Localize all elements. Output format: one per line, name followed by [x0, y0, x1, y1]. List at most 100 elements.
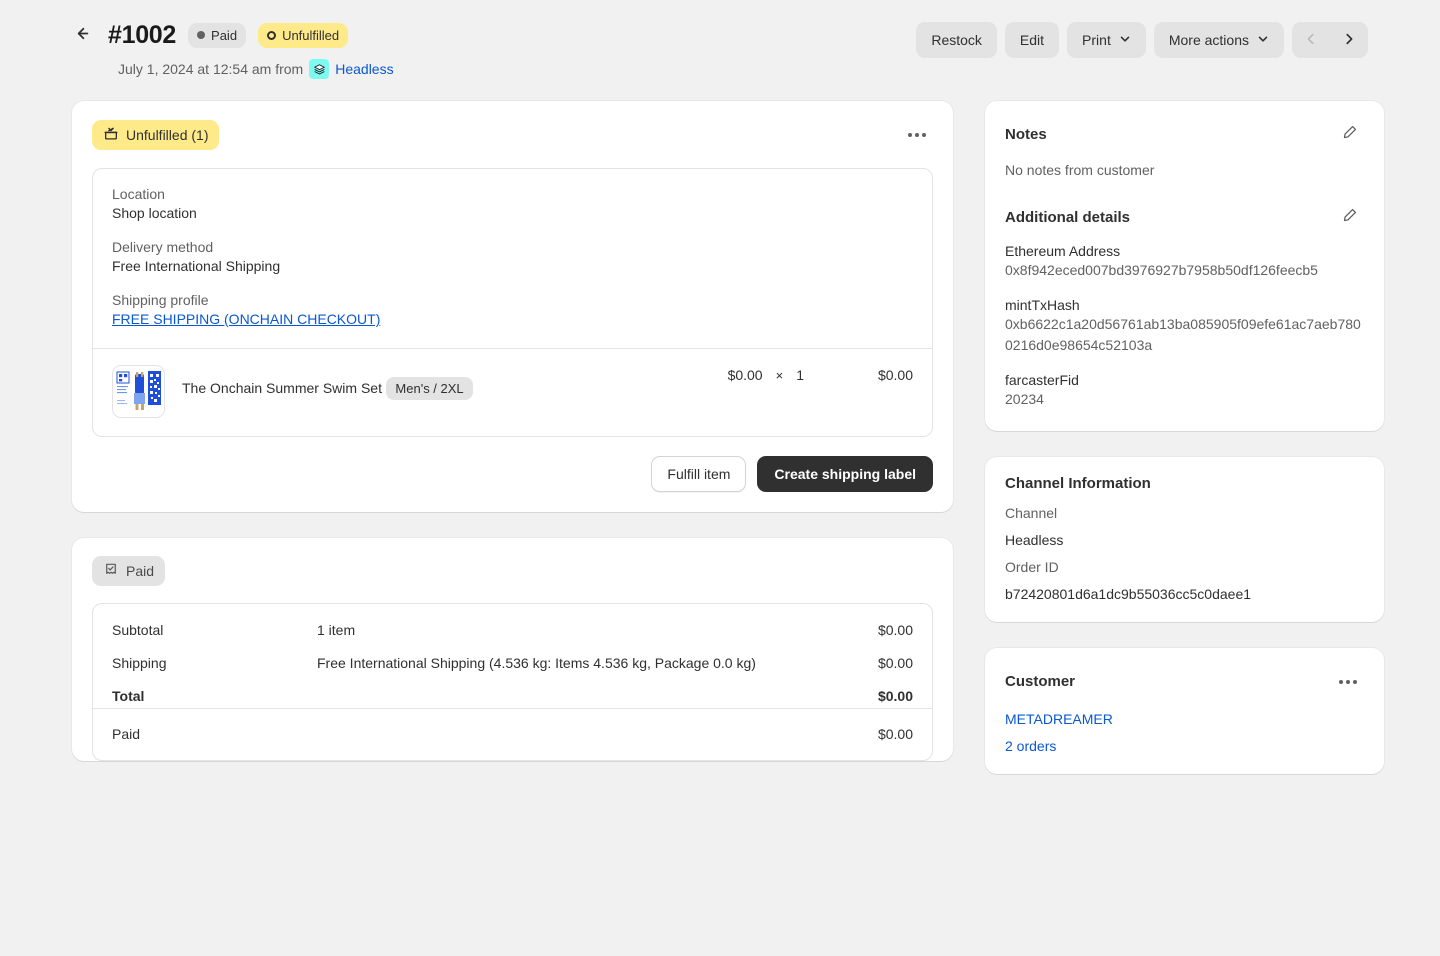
- print-button[interactable]: Print: [1067, 22, 1146, 58]
- order-id-value-field: b72420801d6a1dc9b55036cc5c0daee1: [1005, 586, 1364, 602]
- paid-amount: $0.00: [877, 726, 913, 742]
- customer-orders-link[interactable]: 2 orders: [1005, 738, 1364, 754]
- line-item-row: The Onchain Summer Swim Set Men's / 2XL …: [93, 349, 932, 436]
- header-actions: Restock Edit Print More actions: [916, 20, 1368, 58]
- paid-table: Paid $0.00: [112, 726, 913, 742]
- create-shipping-label-button[interactable]: Create shipping label: [757, 456, 933, 492]
- detail-value: 0xb6622c1a20d56761ab13ba085905f09efe61ac…: [1005, 315, 1361, 354]
- fulfillment-card: Unfulfilled (1) Location Shop location D…: [72, 101, 953, 512]
- pencil-icon: [1341, 207, 1358, 227]
- customer-overflow-button[interactable]: [1332, 666, 1364, 698]
- line-item-info: The Onchain Summer Swim Set Men's / 2XL: [182, 365, 711, 400]
- notes-empty-text: No notes from customer: [1005, 162, 1155, 178]
- table-row: Total $0.00: [112, 688, 913, 706]
- payment-summary-table: Subtotal 1 item $0.00 Shipping Free Inte…: [112, 622, 913, 706]
- edit-notes-button[interactable]: [1334, 119, 1364, 149]
- notes-card: Notes No notes from customer Additional …: [985, 101, 1384, 431]
- status-badge-payment: Paid: [188, 22, 247, 48]
- detail-value: 0x8f942eced007bd3976927b7958b50df126feec…: [1005, 262, 1318, 278]
- edit-additional-details-button[interactable]: [1334, 202, 1364, 232]
- next-order-button[interactable]: [1330, 22, 1368, 58]
- paid-description: [317, 726, 798, 742]
- shipping-label: Shipping: [112, 655, 167, 671]
- line-item-variant: Men's / 2XL: [386, 377, 473, 400]
- detail-key: farcasterFid: [1005, 372, 1079, 389]
- order-detail-page: #1002 Paid Unfulfilled July 1, 2024 at 1…: [0, 0, 1440, 800]
- kebab-dot: [922, 133, 926, 137]
- payment-summary-section: Subtotal 1 item $0.00 Shipping Free Inte…: [93, 604, 932, 708]
- fulfillment-status-badge: Unfulfilled (1): [92, 120, 220, 150]
- channel-link[interactable]: Headless: [335, 61, 393, 77]
- restock-button[interactable]: Restock: [916, 22, 997, 58]
- detail-key: mintTxHash: [1005, 296, 1080, 313]
- sidebar-column: Notes No notes from customer Additional …: [985, 101, 1384, 800]
- status-badge-fulfillment: Unfulfilled: [258, 22, 349, 48]
- order-header: #1002 Paid Unfulfilled July 1, 2024 at 1…: [48, 14, 1392, 79]
- channel-information-card: Channel Information Channel Headless Ord…: [985, 456, 1384, 622]
- line-item-price-group: $0.00 × 1: [728, 365, 804, 383]
- detail-value: 20234: [1005, 391, 1044, 408]
- layers-icon: [309, 59, 330, 79]
- notes-title: Notes: [1005, 125, 1047, 143]
- payment-card: Paid Subtotal 1 item $0.00 Shipping Free…: [72, 538, 953, 761]
- ring-icon: [267, 30, 277, 40]
- kebab-dot: [1353, 679, 1357, 684]
- print-button-label: Print: [1082, 32, 1111, 48]
- location-label: Location: [112, 186, 165, 202]
- channel-information-header: Channel Information: [1005, 475, 1364, 492]
- customer-title: Customer: [1005, 673, 1076, 691]
- more-actions-label: More actions: [1168, 32, 1249, 48]
- product-thumbnail[interactable]: [112, 365, 165, 418]
- additional-details-title: Additional details: [1005, 208, 1131, 226]
- fulfillment-overflow-button[interactable]: [901, 119, 933, 151]
- order-date-text: July 1, 2024 at 12:54 am from: [118, 61, 304, 77]
- shipping-profile-link[interactable]: FREE SHIPPING (ONCHAIN CHECKOUT): [112, 311, 380, 327]
- page-title: #1002: [108, 20, 177, 49]
- channel-information-title: Channel Information: [1005, 474, 1151, 492]
- paid-section: Paid $0.00: [93, 709, 932, 760]
- fulfillment-fields: Location Shop location Delivery method F…: [93, 169, 932, 348]
- shipping-description: Free International Shipping (4.536 kg: I…: [317, 655, 756, 671]
- fulfillment-details-box: Location Shop location Delivery method F…: [92, 168, 933, 437]
- delivery-method-field: Delivery method Free International Shipp…: [112, 239, 913, 274]
- subtotal-amount: $0.00: [877, 622, 913, 638]
- line-item-title[interactable]: The Onchain Summer Swim Set: [182, 380, 382, 396]
- pagination-controls: [1292, 22, 1368, 58]
- kebab-dot: [908, 133, 912, 137]
- customer-card: Customer METADREAMER 2 orders: [985, 647, 1384, 774]
- payment-status-label: Paid: [126, 563, 155, 579]
- status-badge-fulfillment-label: Unfulfilled: [282, 27, 340, 43]
- order-header-left: #1002 Paid Unfulfilled July 1, 2024 at 1…: [72, 20, 394, 79]
- fulfillment-status-label: Unfulfilled (1): [126, 127, 209, 143]
- order-id-label: Order ID: [1005, 558, 1059, 575]
- location-field: Location Shop location: [112, 186, 913, 221]
- total-amount: $0.00: [877, 688, 913, 704]
- subtotal-description: 1 item: [317, 622, 356, 638]
- order-id-field: Order ID: [1005, 559, 1364, 575]
- edit-button[interactable]: Edit: [1004, 22, 1060, 58]
- pencil-icon: [1341, 124, 1358, 144]
- table-row: Paid $0.00: [112, 726, 913, 742]
- channel-value: Headless: [1005, 531, 1064, 548]
- fulfill-item-button[interactable]: Fulfill item: [651, 456, 747, 492]
- package-x-icon: [103, 126, 119, 145]
- detail-mint-tx-hash: mintTxHash 0xb6622c1a20d56761ab13ba08590…: [1005, 297, 1364, 357]
- order-content: Unfulfilled (1) Location Shop location D…: [48, 79, 1392, 800]
- kebab-dot: [915, 133, 919, 137]
- order-subtitle: July 1, 2024 at 12:54 am from Headless: [118, 59, 394, 79]
- paid-label: Paid: [112, 726, 141, 742]
- customer-name-link[interactable]: METADREAMER: [1005, 711, 1364, 727]
- receipt-check-icon: [103, 562, 119, 581]
- subtotal-label: Subtotal: [112, 622, 164, 638]
- delivery-method-label: Delivery method: [112, 239, 214, 255]
- total-label: Total: [112, 688, 145, 704]
- delivery-method-value: Free International Shipping: [112, 258, 281, 274]
- more-actions-button[interactable]: More actions: [1153, 22, 1284, 58]
- order-id-value: b72420801d6a1dc9b55036cc5c0daee1: [1005, 585, 1252, 602]
- location-value: Shop location: [112, 205, 197, 221]
- detail-ethereum-address: Ethereum Address 0x8f942eced007bd3976927…: [1005, 243, 1364, 282]
- payment-summary-box: Subtotal 1 item $0.00 Shipping Free Inte…: [92, 603, 933, 761]
- previous-order-button[interactable]: [1292, 22, 1330, 58]
- back-button[interactable]: [66, 20, 96, 50]
- chevron-right-icon: [1342, 32, 1356, 49]
